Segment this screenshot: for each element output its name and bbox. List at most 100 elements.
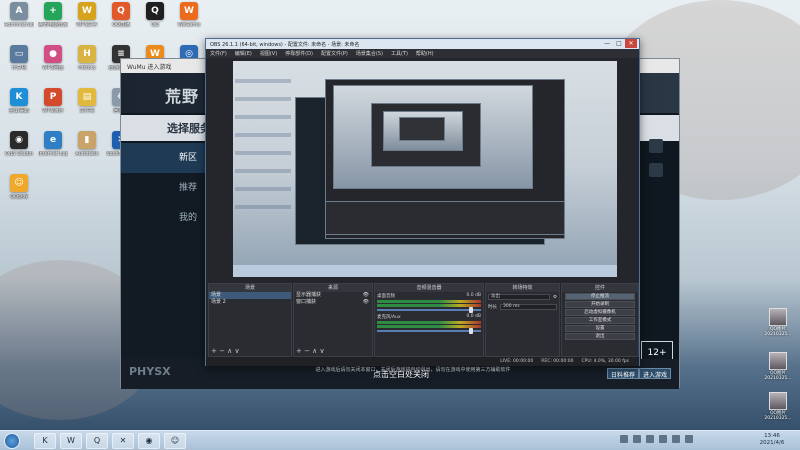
obs-menu-item[interactable]: 编辑(E) bbox=[235, 50, 252, 57]
obs-menu-item[interactable]: 工具(T) bbox=[391, 50, 408, 57]
start-virtual-camera-button[interactable]: 启动虚拟摄像机 bbox=[565, 309, 635, 316]
preview-level5 bbox=[399, 117, 445, 141]
maximize-icon[interactable]: □ bbox=[613, 39, 625, 48]
app-icon: ▮ bbox=[78, 131, 96, 149]
game-side-icons bbox=[649, 139, 669, 187]
start-button[interactable] bbox=[4, 433, 20, 449]
source-item[interactable]: 窗口捕获 👁 bbox=[294, 299, 372, 306]
tray-icon[interactable] bbox=[685, 435, 693, 443]
studio-mode-button[interactable]: 工作室模式 bbox=[565, 317, 635, 324]
app-icon: ☺ bbox=[10, 174, 28, 192]
image-thumbnail bbox=[769, 308, 787, 326]
live-status: LIVE: 00:00:00 bbox=[500, 359, 534, 364]
desktop-icon[interactable]: Q QQ bbox=[140, 2, 170, 42]
obs-menu-item[interactable]: 配置文件(P) bbox=[321, 50, 348, 57]
volume-meter bbox=[377, 300, 481, 303]
desktop-icon[interactable]: ☺ QQ游戏 bbox=[4, 174, 34, 214]
desktop-icon[interactable]: ▤ 文件夹 bbox=[72, 88, 102, 128]
chat-icon[interactable] bbox=[649, 163, 663, 177]
taskbar-app[interactable]: ✕ bbox=[112, 433, 134, 449]
desktop-image-file[interactable]: QQ图片20210325... bbox=[758, 308, 798, 337]
tray-icon[interactable] bbox=[659, 435, 667, 443]
desktop-icon[interactable]: W WPS文字 bbox=[72, 2, 102, 42]
scenes-toolbar[interactable]: + − ∧ ∨ bbox=[211, 347, 240, 355]
desktop-icon[interactable]: W WeGame bbox=[174, 2, 204, 42]
controls-header: 控件 bbox=[562, 284, 638, 292]
scenes-dock: 场景 场景 场景 2 + − ∧ ∨ bbox=[208, 283, 292, 357]
app-icon: + bbox=[44, 2, 62, 20]
app-icon: W bbox=[78, 2, 96, 20]
game-nav-new[interactable]: 新区 bbox=[121, 143, 205, 173]
volume-meter bbox=[377, 325, 481, 328]
obs-menu-item[interactable]: 文件(F) bbox=[210, 50, 227, 57]
taskbar-app[interactable]: W bbox=[60, 433, 82, 449]
desktop-icon-label: WPS网盘 bbox=[42, 65, 64, 71]
desktop-icon[interactable]: K 金山毒霸 bbox=[4, 88, 34, 128]
game-nav-mine[interactable]: 我的 bbox=[121, 203, 205, 233]
obs-preview-canvas[interactable] bbox=[233, 61, 617, 277]
desktop-icon[interactable]: Q QQ直播 bbox=[106, 2, 136, 42]
desktop-icon-label: History bbox=[78, 65, 96, 71]
gear-icon[interactable]: ⚙ bbox=[553, 295, 557, 300]
obs-title: OBS 26.1.1 (64-bit, windows) - 配置文件: 未命名… bbox=[210, 42, 360, 48]
obs-menu-item[interactable]: 帮助(H) bbox=[416, 50, 434, 57]
taskbar-clock[interactable]: 13:46 2021/4/6 bbox=[752, 433, 792, 447]
minimize-icon[interactable]: — bbox=[601, 39, 613, 48]
click-to-close-hint[interactable]: 点击空白处关闭 bbox=[373, 369, 429, 380]
volume-slider[interactable] bbox=[377, 307, 481, 313]
desktop-icon[interactable]: + 腾讯电脑管家 bbox=[38, 2, 68, 42]
duration-label: 时长 bbox=[488, 305, 497, 310]
tray-icon[interactable] bbox=[646, 435, 654, 443]
sources-toolbar[interactable]: + − ∧ ∨ bbox=[296, 347, 325, 355]
app-icon: ● bbox=[44, 45, 62, 63]
desktop-image-file[interactable]: QQ图片20210325... bbox=[758, 392, 798, 421]
obs-window[interactable]: OBS 26.1.1 (64-bit, windows) - 配置文件: 未命名… bbox=[205, 38, 640, 366]
obs-menu-bar: 文件(F) 编辑(E) 视图(V) 停靠部件(D) 配置文件(P) 场景集合(S) 工具(T… bbox=[206, 49, 639, 58]
source-item[interactable]: 显示器捕获 👁 bbox=[294, 292, 372, 299]
desktop-icon[interactable]: H History bbox=[72, 45, 102, 85]
taskbar-app[interactable]: ◉ bbox=[138, 433, 160, 449]
taskbar-app[interactable]: Q bbox=[86, 433, 108, 449]
settings-button[interactable]: 设置 bbox=[565, 325, 635, 332]
desktop-icon[interactable]: ▮ Autodesk bbox=[72, 131, 102, 171]
mixer-channel-desktop: 桌面音频 0.0 dB bbox=[375, 292, 483, 313]
obs-menu-item[interactable]: 场景集合(S) bbox=[356, 50, 383, 57]
desktop-icon[interactable]: P WPS演示 bbox=[38, 88, 68, 128]
scene-item[interactable]: 场景 bbox=[209, 292, 291, 299]
desktop-icon-label: OBS Studio bbox=[5, 151, 33, 157]
close-icon[interactable]: ✕ bbox=[625, 39, 637, 48]
mixer-header: 音频混音器 bbox=[375, 284, 483, 292]
transition-select[interactable]: 淡出 bbox=[488, 294, 550, 300]
desktop-icon[interactable]: e Internet Explorer bbox=[38, 131, 68, 171]
preview-icons bbox=[235, 65, 291, 215]
app-icon: ◉ bbox=[10, 131, 28, 149]
eye-icon[interactable]: 👁 bbox=[363, 299, 369, 306]
start-recording-button[interactable]: 开始录制 bbox=[565, 301, 635, 308]
phone-icon[interactable] bbox=[649, 139, 663, 153]
cpu-status: CPU: 4.0%, 30.00 fps bbox=[581, 359, 630, 364]
eye-icon[interactable]: 👁 bbox=[363, 292, 369, 299]
obs-menu-item[interactable]: 视图(V) bbox=[260, 50, 277, 57]
tray-icon[interactable] bbox=[633, 435, 641, 443]
taskbar-app[interactable]: K bbox=[34, 433, 56, 449]
tray-icon[interactable] bbox=[620, 435, 628, 443]
taskbar-app[interactable]: ☺ bbox=[164, 433, 186, 449]
stop-streaming-button[interactable]: 停止推流 bbox=[565, 293, 635, 300]
desktop-icon[interactable]: ◉ OBS Studio bbox=[4, 131, 34, 171]
duration-input[interactable]: 300 ms bbox=[500, 304, 557, 310]
desktop-icon-label: 腾讯电脑管家 bbox=[38, 22, 68, 28]
obs-menu-item[interactable]: 停靠部件(D) bbox=[285, 50, 313, 57]
app-icon: K bbox=[10, 88, 28, 106]
desktop-icon[interactable]: ▭ 计算机 bbox=[4, 45, 34, 85]
scene-item[interactable]: 场景 2 bbox=[209, 299, 291, 306]
desktop-icon[interactable]: A Administrator bbox=[4, 2, 34, 42]
enter-game-button[interactable]: 进入游戏 bbox=[639, 368, 672, 379]
desktop-image-file[interactable]: QQ图片20210325... bbox=[758, 352, 798, 381]
tray-icon[interactable] bbox=[672, 435, 680, 443]
game-left-button[interactable]: 日料推荐 bbox=[607, 368, 640, 379]
exit-button[interactable]: 退出 bbox=[565, 333, 635, 340]
volume-slider[interactable] bbox=[377, 328, 481, 334]
desktop-icon[interactable]: ● WPS网盘 bbox=[38, 45, 68, 85]
app-icon: P bbox=[44, 88, 62, 106]
game-nav-recommend[interactable]: 推荐 bbox=[121, 173, 205, 203]
